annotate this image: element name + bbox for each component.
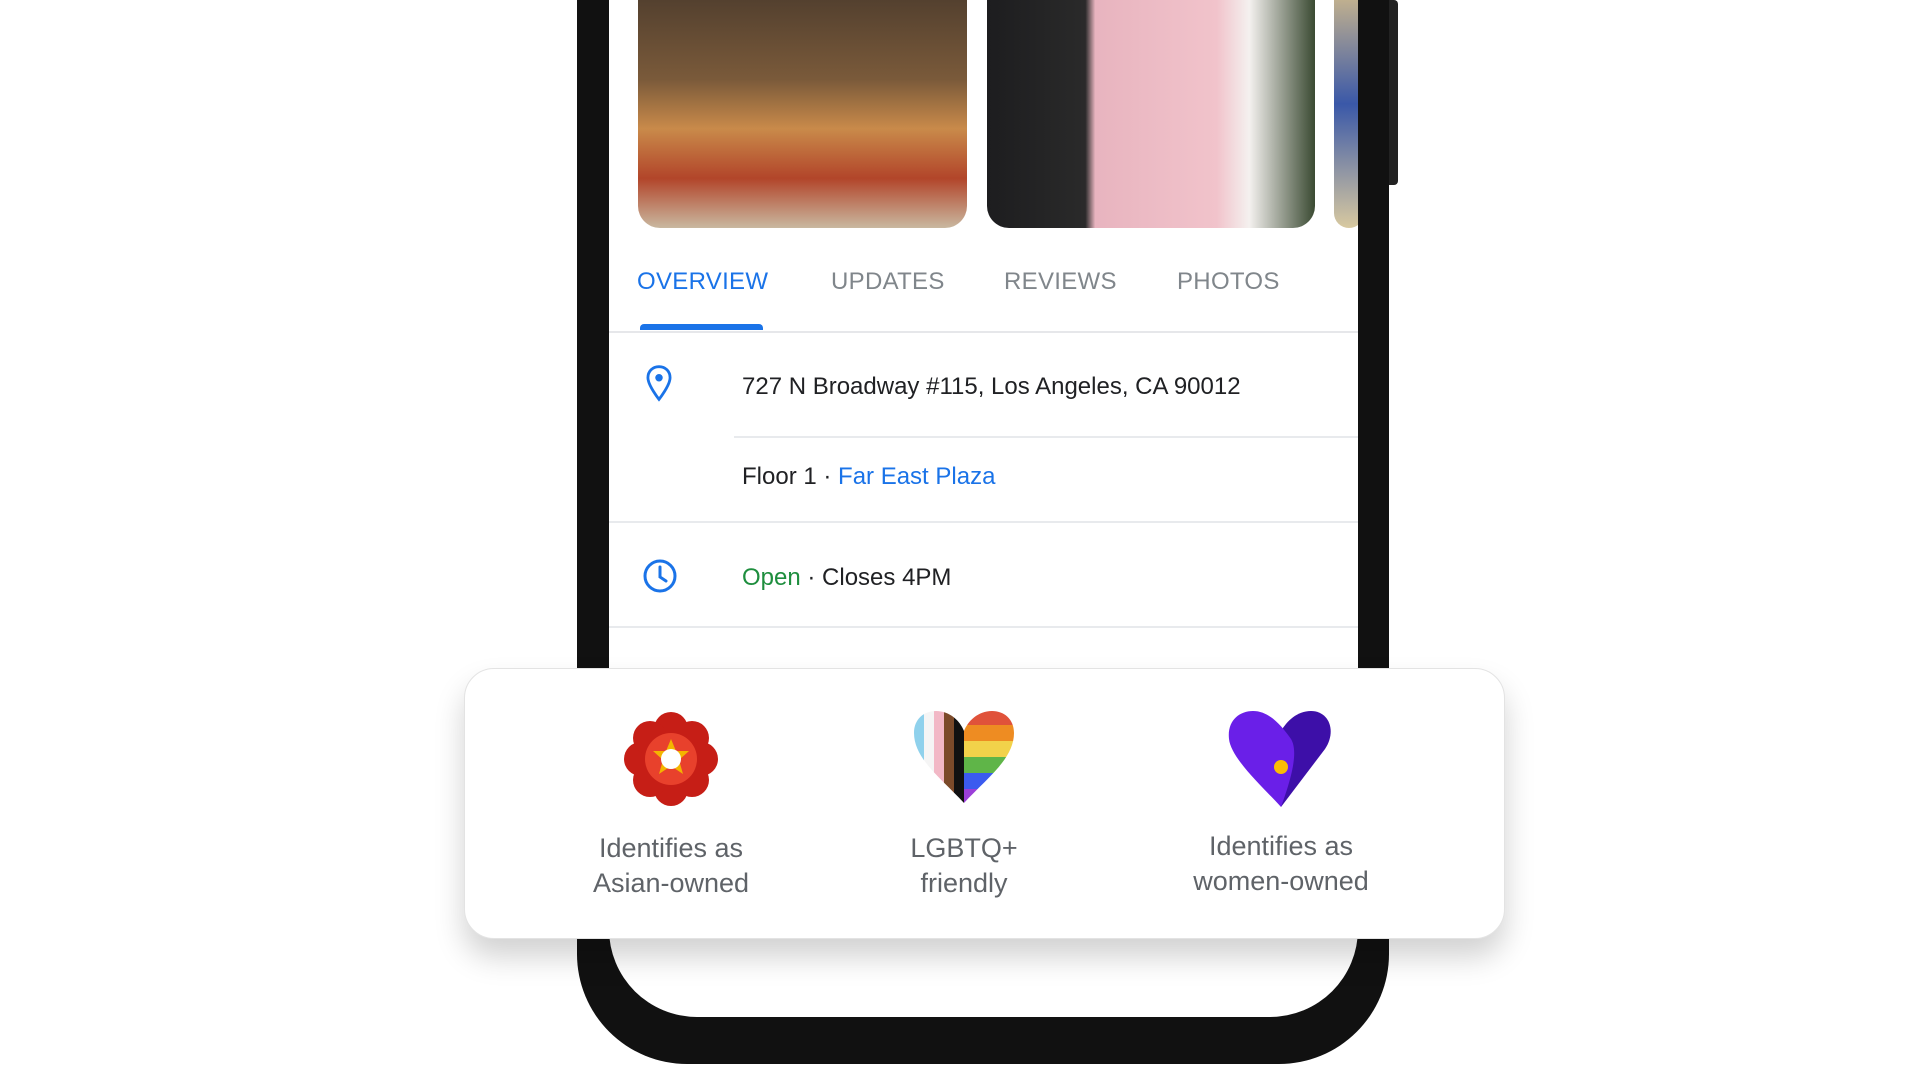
floor-text: Floor 1 · <box>742 463 839 490</box>
floor-info: Floor 1 · Far East Plaza <box>742 463 995 491</box>
divider <box>734 436 1358 438</box>
divider <box>609 521 1358 523</box>
women-owned-heart-icon <box>1228 711 1331 807</box>
far-east-plaza-link[interactable]: Far East Plaza <box>838 463 995 490</box>
attribute-label-line1: LGBTQ+ <box>910 833 1018 863</box>
tab-photos[interactable]: PHOTOS <box>1177 268 1280 296</box>
photo-partial[interactable] <box>1334 0 1358 228</box>
asian-owned-flower-icon <box>624 712 718 806</box>
divider <box>609 626 1358 628</box>
photo-tshirts[interactable] <box>987 0 1315 228</box>
attribute-label: Identifies as women-owned <box>1151 829 1411 899</box>
address-text[interactable]: 727 N Broadway #115, Los Angeles, CA 900… <box>742 373 1241 401</box>
clock-icon <box>643 559 677 593</box>
tab-bar: OVERVIEW UPDATES REVIEWS PHOTOS <box>609 268 1358 333</box>
tab-overview[interactable]: OVERVIEW <box>637 268 768 296</box>
attribute-label-line1: Identifies as <box>598 833 744 863</box>
attribute-label-line2: friendly <box>920 868 1008 898</box>
lgbtq-heart-icon <box>914 711 1014 803</box>
attribute-label-line2: women-owned <box>1193 866 1369 896</box>
closing-time: · Closes 4PM <box>800 564 952 591</box>
open-status: Open <box>742 564 801 591</box>
business-attributes-card: Identifies as Asian-owned LGBTQ+ friendly … <box>464 668 1505 939</box>
attribute-label-line1: Identifies as <box>1208 831 1354 861</box>
attribute-label: Identifies as Asian-owned <box>541 831 801 901</box>
tab-reviews[interactable]: REVIEWS <box>1004 268 1117 296</box>
phone-side-button <box>1389 0 1398 185</box>
location-pin-icon <box>646 365 672 402</box>
attribute-label: LGBTQ+ friendly <box>834 831 1094 901</box>
attribute-label-line2: Asian-owned <box>592 868 750 898</box>
hours-info[interactable]: Open · Closes 4PM <box>742 564 951 592</box>
active-tab-indicator <box>640 324 763 330</box>
photo-storefront[interactable] <box>638 0 967 228</box>
tab-updates[interactable]: UPDATES <box>831 268 945 296</box>
